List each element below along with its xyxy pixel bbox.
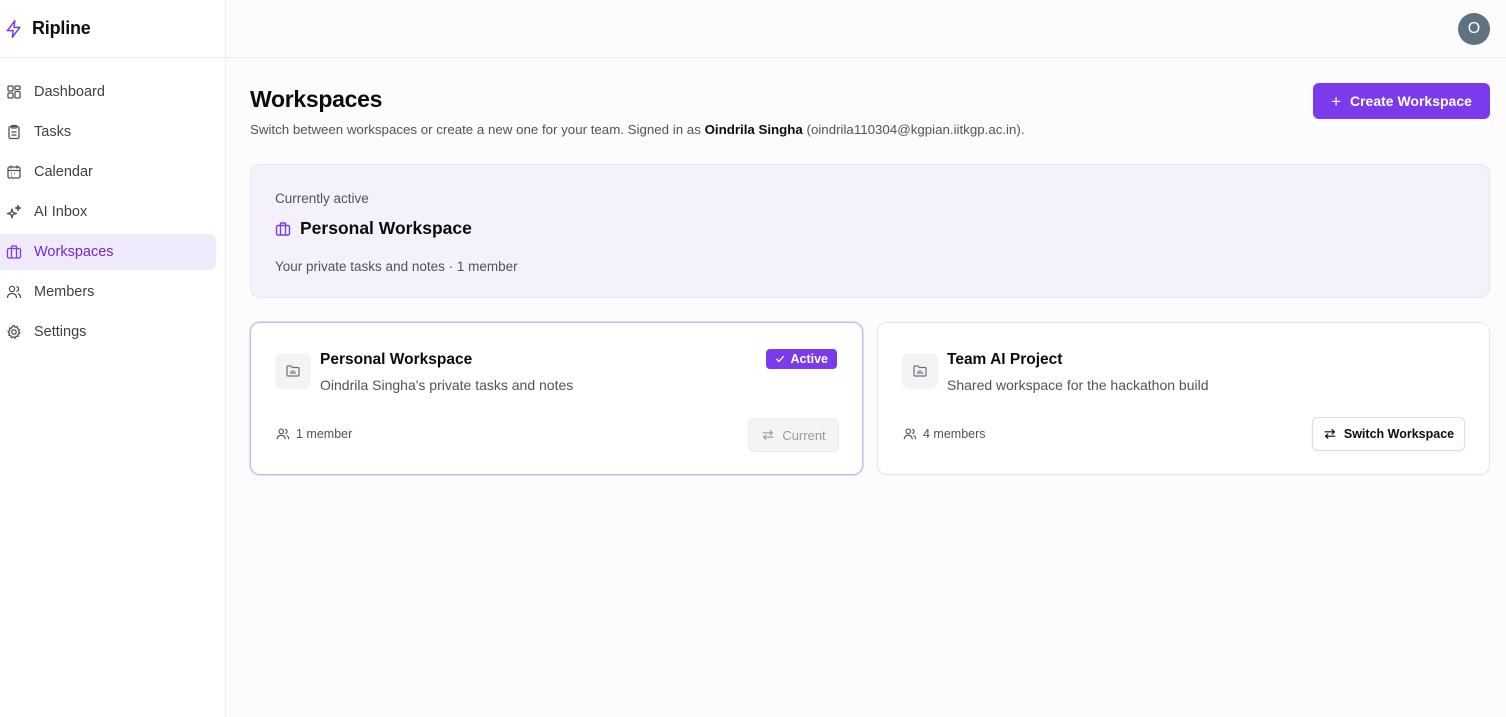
- workspace-list: Personal Workspace Oindrila Singha's pri…: [250, 322, 1490, 475]
- top-bar: O: [226, 0, 1506, 58]
- member-count: 1 member: [276, 427, 352, 441]
- app-name: Ripline: [32, 18, 91, 38]
- sidebar-item-label: Calendar: [34, 164, 93, 180]
- sidebar-item-calendar[interactable]: Calendar: [0, 154, 216, 190]
- member-count: 4 members: [903, 427, 986, 441]
- sidebar: Ripline Dashboard Tasks Calendar AI Inbo…: [0, 0, 226, 717]
- workspace-name: Personal Workspace: [320, 351, 473, 368]
- current-button: Current: [748, 418, 839, 452]
- active-workspace-panel: Currently active Personal Workspace Your…: [250, 164, 1490, 298]
- brand[interactable]: Ripline: [0, 0, 225, 58]
- briefcase-icon: [6, 245, 22, 259]
- workspace-description: Oindrila Singha's private tasks and note…: [320, 377, 574, 393]
- workspace-description: Shared workspace for the hackathon build: [947, 377, 1209, 393]
- sidebar-item-label: Settings: [34, 324, 87, 340]
- check-icon: [776, 355, 785, 363]
- sidebar-item-ai-inbox[interactable]: AI Inbox: [0, 194, 216, 230]
- sidebar-item-tasks[interactable]: Tasks: [0, 114, 216, 150]
- active-workspace-description: Your private tasks and notes · 1 member: [275, 259, 518, 274]
- plus-icon: +: [1331, 91, 1341, 111]
- swap-arrows-icon: [762, 430, 774, 440]
- folder-icon-tile: [275, 353, 311, 389]
- folder-icon: [286, 365, 300, 377]
- page-subtitle: Switch between workspaces or create a ne…: [250, 122, 1025, 137]
- user-name: Oindrila Singha: [704, 122, 803, 137]
- member-count-label: 1 member: [296, 427, 353, 441]
- sidebar-nav: Dashboard Tasks Calendar AI Inbox Worksp…: [0, 58, 225, 350]
- dashboard-grid-icon: [7, 85, 21, 99]
- avatar[interactable]: O: [1458, 13, 1490, 45]
- users-icon: [276, 428, 290, 440]
- user-email: (oindrila110304@kgpian.iitkgp.ac.in).: [802, 122, 1025, 137]
- gear-icon: [7, 324, 21, 339]
- page-title: Workspaces: [250, 86, 383, 112]
- calendar-icon: [7, 165, 21, 179]
- workspace-card-personal[interactable]: Personal Workspace Oindrila Singha's pri…: [250, 322, 863, 475]
- clipboard-icon: [8, 124, 20, 140]
- workspace-name: Team AI Project: [947, 351, 1063, 368]
- active-workspace-title: Personal Workspace: [300, 218, 472, 238]
- sidebar-item-label: Members: [34, 284, 95, 300]
- sidebar-item-label: AI Inbox: [34, 204, 88, 220]
- sidebar-item-dashboard[interactable]: Dashboard: [0, 74, 216, 110]
- sidebar-item-settings[interactable]: Settings: [0, 314, 216, 350]
- swap-arrows-icon: [1324, 429, 1336, 439]
- sidebar-item-members[interactable]: Members: [0, 274, 216, 310]
- sidebar-item-label: Workspaces: [34, 244, 114, 260]
- briefcase-icon: [275, 221, 291, 236]
- subtitle-text: Switch between workspaces or create a ne…: [250, 122, 705, 137]
- current-button-label: Current: [782, 427, 826, 443]
- active-caption: Currently active: [275, 191, 369, 206]
- users-icon: [903, 428, 917, 440]
- active-workspace-name: Personal Workspace: [275, 218, 1465, 239]
- folder-icon: [913, 365, 927, 377]
- sidebar-item-label: Dashboard: [34, 84, 105, 100]
- workspace-card-team-ai-project[interactable]: Team AI Project Shared workspace for the…: [877, 322, 1490, 475]
- switch-workspace-label: Switch Workspace: [1343, 427, 1455, 441]
- active-badge: Active: [766, 349, 837, 369]
- create-workspace-button[interactable]: + Create Workspace: [1313, 83, 1490, 119]
- sparkles-icon: [6, 204, 22, 219]
- sidebar-item-label: Tasks: [34, 124, 72, 140]
- switch-workspace-button[interactable]: Switch Workspace: [1312, 417, 1465, 451]
- users-icon: [6, 285, 22, 299]
- folder-icon-tile: [902, 353, 938, 389]
- active-badge-label: Active: [790, 352, 828, 366]
- lightning-bolt-icon: [6, 19, 21, 38]
- sidebar-item-workspaces[interactable]: Workspaces: [0, 234, 216, 270]
- member-count-label: 4 members: [923, 427, 986, 441]
- create-workspace-label: Create Workspace: [1350, 93, 1472, 109]
